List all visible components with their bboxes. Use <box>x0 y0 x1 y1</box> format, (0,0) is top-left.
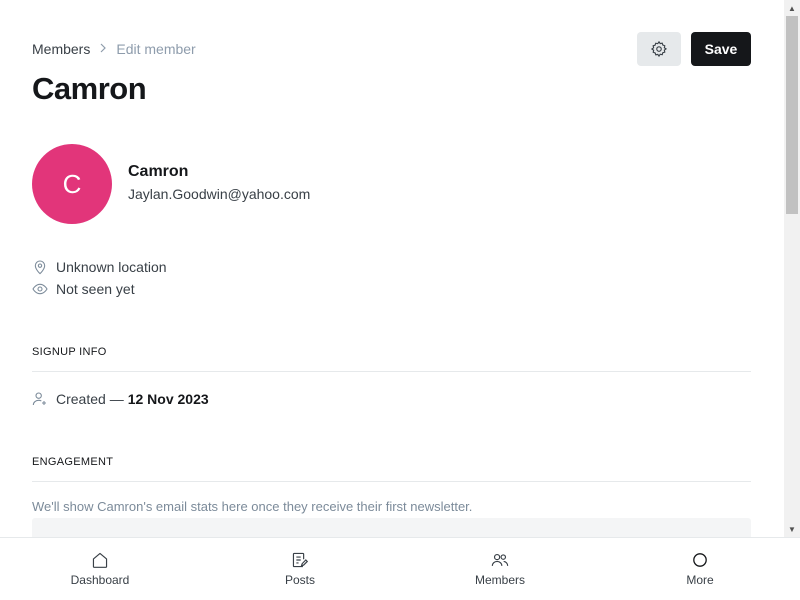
breadcrumb-members-link[interactable]: Members <box>32 41 90 57</box>
user-plus-icon <box>32 392 46 406</box>
signup-info-heading: SIGNUP INFO <box>32 346 107 358</box>
eye-icon <box>32 283 48 295</box>
main-scroll-area[interactable]: Members Edit member Save Camron C Camron… <box>0 0 784 537</box>
member-name: Camron <box>128 163 189 180</box>
more-icon <box>693 552 707 567</box>
location-pin-icon <box>34 260 46 275</box>
member-settings-button[interactable] <box>637 32 681 66</box>
scroll-down-arrow-icon[interactable]: ▼ <box>784 521 800 537</box>
bottom-navigation: Dashboard Posts Members More <box>0 537 800 600</box>
nav-members[interactable]: Members <box>400 538 600 600</box>
created-row: Created — 12 Nov 2023 <box>32 391 209 407</box>
nav-more-label: More <box>686 572 714 587</box>
scrollbar-thumb[interactable] <box>786 16 798 214</box>
breadcrumb: Members Edit member <box>32 41 196 57</box>
page-title: Camron <box>32 71 147 106</box>
member-email: Jaylan.Goodwin@yahoo.com <box>128 186 311 202</box>
save-button[interactable]: Save <box>691 32 751 66</box>
avatar-initial: C <box>62 168 82 199</box>
created-label: Created — <box>56 391 124 407</box>
divider <box>32 371 751 372</box>
scroll-up-arrow-icon[interactable]: ▲ <box>784 0 800 16</box>
nav-posts[interactable]: Posts <box>200 538 400 600</box>
divider <box>32 481 751 482</box>
member-last-seen: Not seen yet <box>32 281 135 297</box>
gear-icon <box>650 40 668 58</box>
email-stats-box <box>32 518 751 537</box>
created-date: 12 Nov 2023 <box>127 391 209 407</box>
location-text: Unknown location <box>56 259 167 275</box>
engagement-message: We'll show Camron's email stats here onc… <box>32 499 473 514</box>
nav-dashboard[interactable]: Dashboard <box>0 538 200 600</box>
engagement-heading: ENGAGEMENT <box>32 456 114 468</box>
member-location: Unknown location <box>32 259 167 275</box>
avatar: C <box>32 144 112 224</box>
nav-posts-label: Posts <box>284 572 315 587</box>
posts-icon <box>292 552 309 567</box>
breadcrumb-current: Edit member <box>116 41 196 57</box>
home-icon <box>92 552 108 568</box>
nav-more[interactable]: More <box>600 538 800 600</box>
nav-dashboard-label: Dashboard <box>70 572 130 587</box>
last-seen-text: Not seen yet <box>56 281 135 297</box>
vertical-scrollbar[interactable]: ▲ ▼ <box>784 0 800 537</box>
members-icon <box>491 553 509 566</box>
breadcrumb-separator-icon <box>98 42 108 56</box>
nav-members-label: Members <box>474 572 525 587</box>
